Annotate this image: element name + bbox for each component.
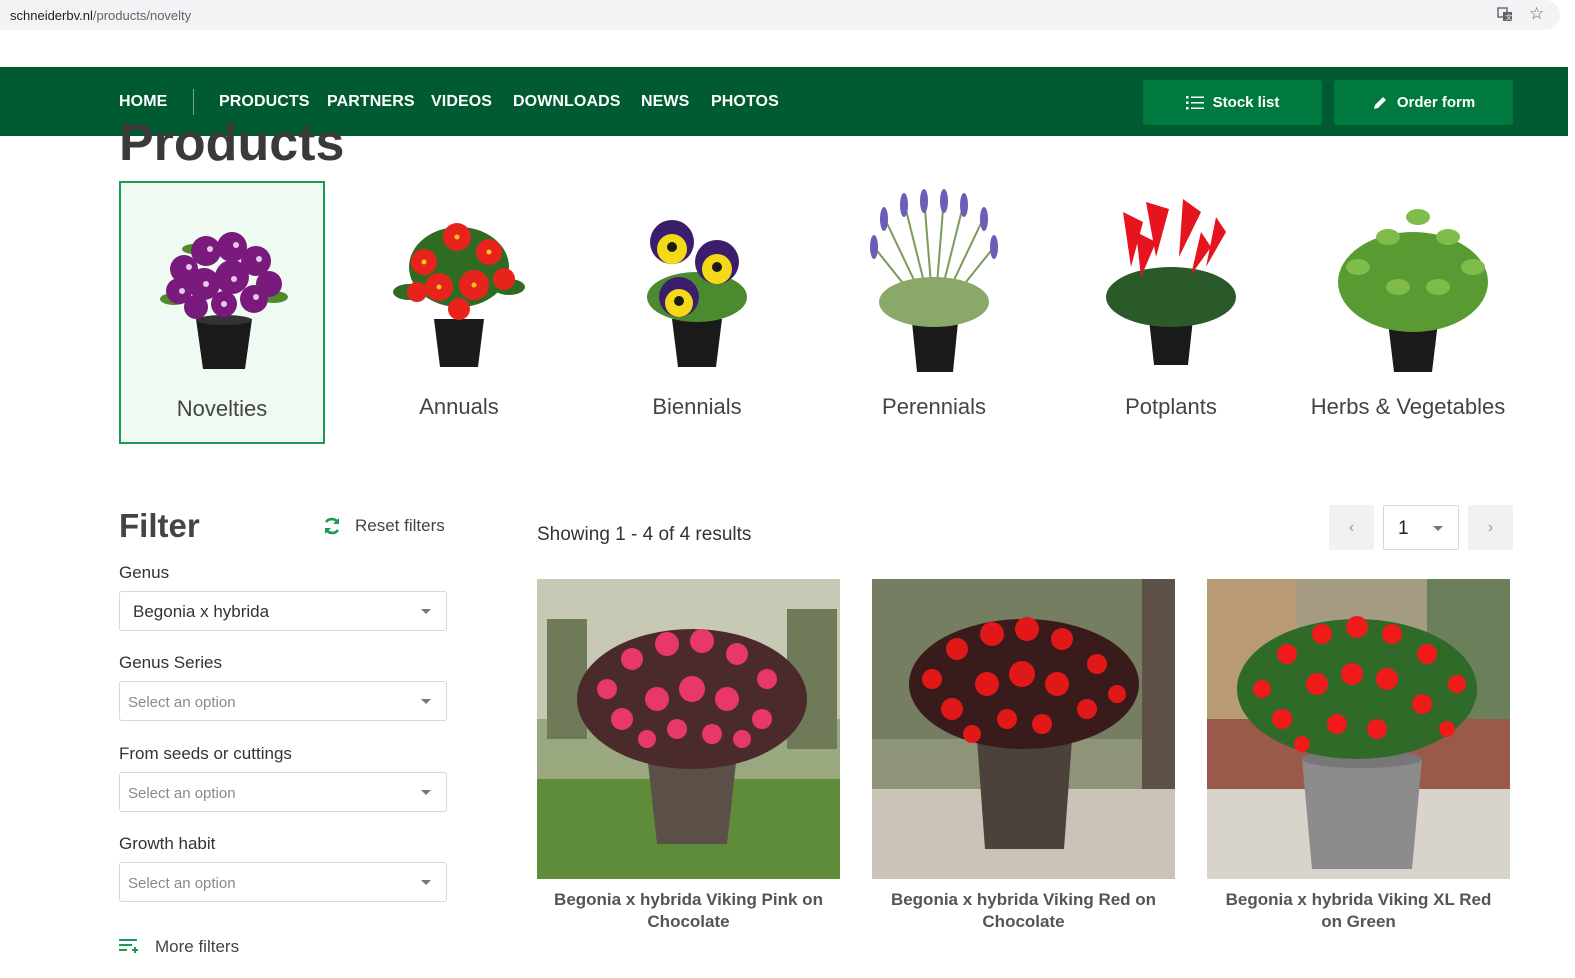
nav-downloads[interactable]: DOWNLOADS xyxy=(513,93,621,111)
chevron-down-icon xyxy=(421,609,431,614)
page-title: Products xyxy=(119,118,345,168)
growth-habit-select[interactable]: Select an option xyxy=(119,862,447,902)
filter-title: Filter xyxy=(119,507,200,544)
reset-filters-button[interactable]: Reset filters xyxy=(322,516,445,536)
category-potplants[interactable]: Potplants xyxy=(1068,181,1274,444)
seeds-cuttings-placeholder: Select an option xyxy=(128,785,236,802)
chevron-down-icon xyxy=(421,880,431,885)
chevron-left-icon: ‹ xyxy=(1348,518,1355,536)
url-domain: schneiderbv.nl xyxy=(10,8,93,23)
pencil-icon xyxy=(1373,96,1386,109)
chevron-down-icon xyxy=(421,790,431,795)
nav-divider xyxy=(193,89,194,115)
product-card[interactable]: Begonia x hybrida Viking Pink on Chocola… xyxy=(537,579,840,933)
results-count: Showing 1 - 4 of 4 results xyxy=(537,524,752,545)
category-perennials[interactable]: Perennials xyxy=(831,181,1037,444)
genus-series-select[interactable]: Select an option xyxy=(119,681,447,721)
chevron-down-icon xyxy=(1433,526,1443,531)
prev-page-button[interactable]: ‹ xyxy=(1329,505,1374,550)
stock-list-button[interactable]: Stock list xyxy=(1143,80,1322,125)
nav-news[interactable]: NEWS xyxy=(641,93,689,111)
category-label: Perennials xyxy=(882,394,986,419)
annuals-plant-image xyxy=(393,223,525,367)
growth-habit-placeholder: Select an option xyxy=(128,875,236,892)
reset-filters-label: Reset filters xyxy=(355,516,445,535)
category-label: Novelties xyxy=(176,396,268,421)
chevron-right-icon: › xyxy=(1487,518,1494,536)
nav-partners[interactable]: PARTNERS xyxy=(327,93,415,111)
category-label: Potplants xyxy=(1125,394,1217,419)
refresh-icon xyxy=(324,517,340,535)
category-annuals[interactable]: Annuals xyxy=(356,181,562,444)
address-bar[interactable]: schneiderbv.nl/products/novelty 文 ☆ xyxy=(0,0,1560,30)
chevron-down-icon xyxy=(421,699,431,704)
genus-select[interactable]: Begonia x hybrida xyxy=(119,591,447,631)
category-label: Biennials xyxy=(652,394,742,419)
page-number: 1 xyxy=(1398,518,1409,539)
nav-home[interactable]: HOME xyxy=(119,93,167,111)
product-name[interactable]: Begonia x hybrida Viking XL Red on Green xyxy=(1207,889,1510,933)
order-form-button[interactable]: Order form xyxy=(1334,80,1513,125)
bookmark-star-icon[interactable]: ☆ xyxy=(1529,4,1544,24)
product-name[interactable]: Begonia x hybrida Viking Pink on Chocola… xyxy=(537,889,840,933)
biennials-plant-image xyxy=(647,220,747,367)
product-name[interactable]: Begonia x hybrida Viking Red on Chocolat… xyxy=(872,889,1175,933)
next-page-button[interactable]: › xyxy=(1468,505,1513,550)
genus-series-label: Genus Series xyxy=(119,653,222,672)
nav-videos[interactable]: VIDEOS xyxy=(431,93,492,111)
genus-series-placeholder: Select an option xyxy=(128,694,236,711)
filter-add-icon xyxy=(119,939,138,953)
category-label: Herbs & Vegetables xyxy=(1310,394,1506,419)
category-herbs-vegetables[interactable]: Herbs & Vegetables xyxy=(1305,181,1511,444)
product-card[interactable]: Begonia x hybrida Viking Red on Chocolat… xyxy=(872,579,1175,933)
seeds-cuttings-label: From seeds or cuttings xyxy=(119,744,292,763)
page-select[interactable]: 1 xyxy=(1383,505,1459,550)
perennials-plant-image xyxy=(870,189,998,372)
url-path: /products/novelty xyxy=(92,8,192,23)
more-filters-label: More filters xyxy=(155,937,240,956)
stock-list-label: Stock list xyxy=(1212,94,1280,111)
product-image xyxy=(1207,579,1510,879)
category-label: Annuals xyxy=(419,394,499,419)
category-novelties[interactable]: Novelties xyxy=(119,181,325,444)
list-icon xyxy=(1185,95,1204,109)
potplants-plant-image xyxy=(1106,199,1236,365)
category-biennials[interactable]: Biennials xyxy=(594,181,800,444)
product-image xyxy=(872,579,1175,879)
translate-icon[interactable]: 文 xyxy=(1497,6,1513,26)
more-filters-button[interactable]: More filters xyxy=(119,937,239,957)
seeds-cuttings-select[interactable]: Select an option xyxy=(119,772,447,812)
order-form-label: Order form xyxy=(1396,94,1476,111)
product-card[interactable]: Begonia x hybrida Viking XL Red on Green xyxy=(1207,579,1510,933)
nav-photos[interactable]: PHOTOS xyxy=(711,93,779,111)
product-image xyxy=(537,579,840,879)
svg-text:文: 文 xyxy=(1505,13,1512,22)
herbs-plant-image xyxy=(1338,209,1488,372)
genus-value: Begonia x hybrida xyxy=(133,602,270,621)
growth-habit-label: Growth habit xyxy=(119,834,216,853)
url-text[interactable]: schneiderbv.nl/products/novelty xyxy=(10,8,191,23)
genus-label: Genus xyxy=(119,563,170,582)
nav-products[interactable]: PRODUCTS xyxy=(219,93,310,111)
novelties-plant-image xyxy=(160,232,288,369)
